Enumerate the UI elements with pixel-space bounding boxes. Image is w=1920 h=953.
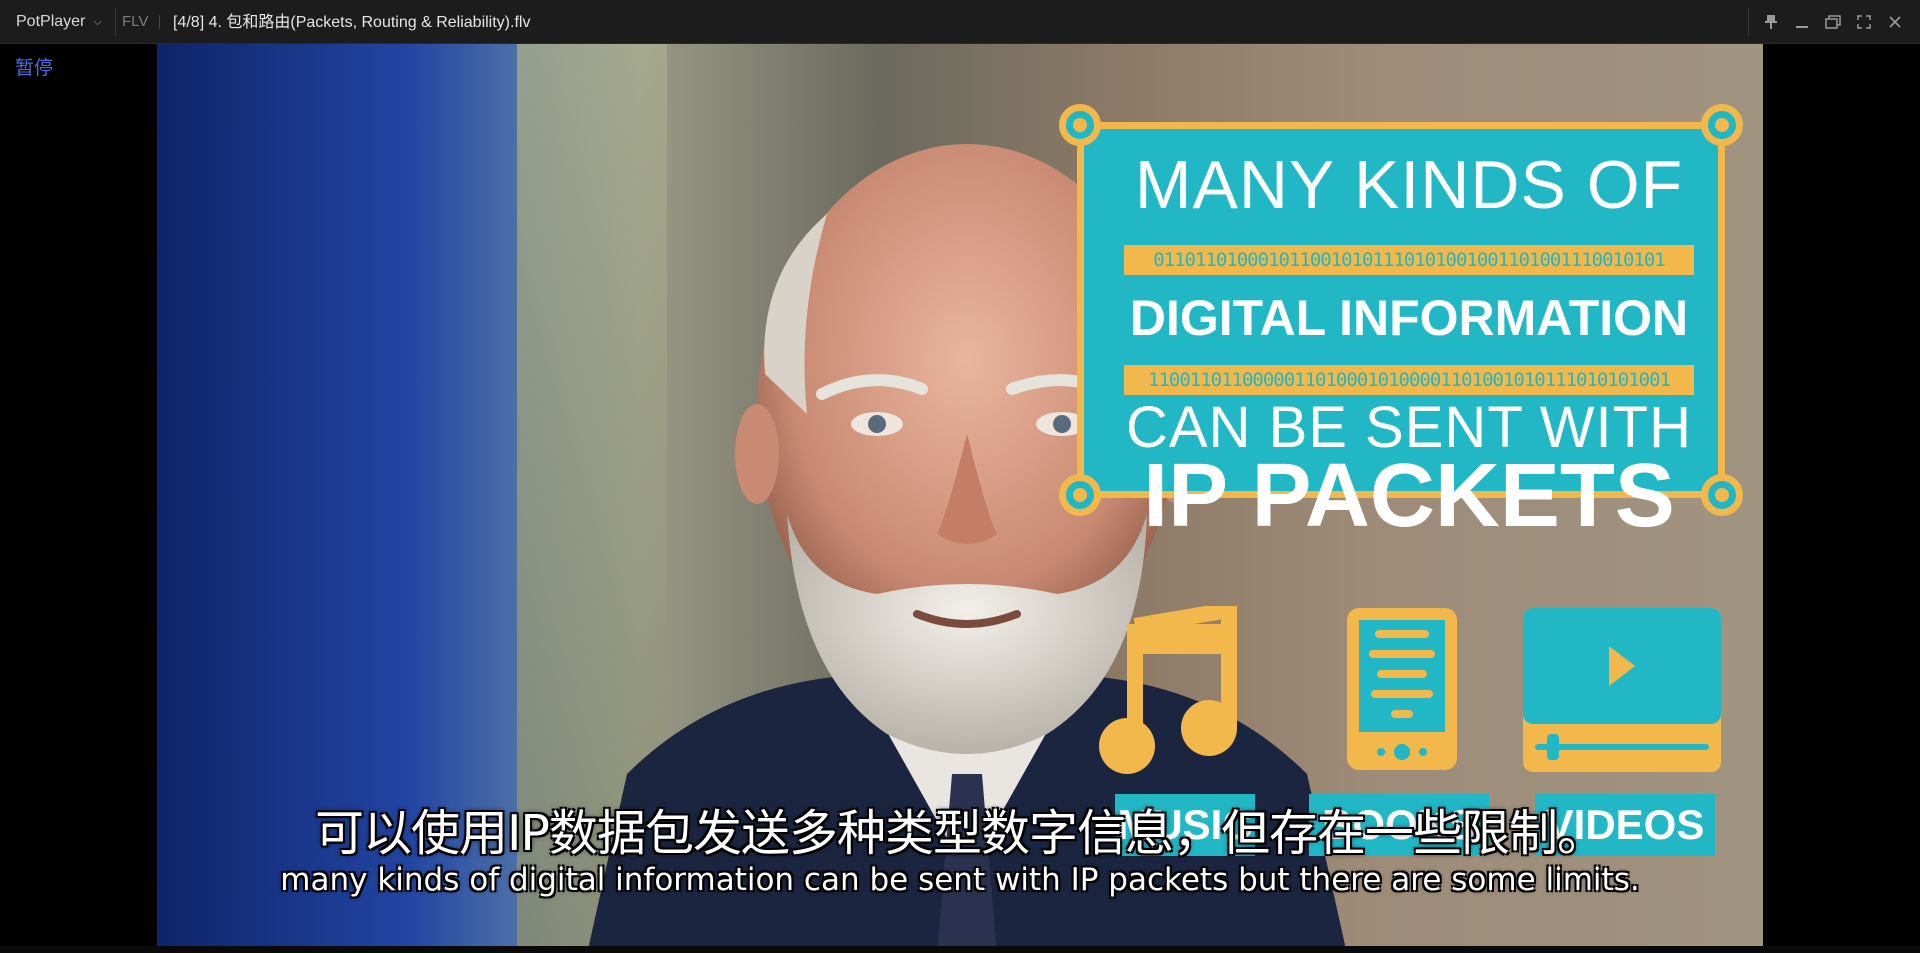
- playback-status: 暂停: [15, 57, 54, 79]
- card-line-1: MANY KINDS OF: [1134, 147, 1684, 223]
- restore-icon[interactable]: [1817, 0, 1848, 44]
- window-controls: [1755, 0, 1910, 44]
- divider: [1748, 8, 1749, 36]
- pin-icon[interactable]: [1755, 0, 1786, 44]
- card-corner: [1059, 474, 1101, 516]
- card-line-2: DIGITAL INFORMATION: [1129, 290, 1689, 346]
- binary-strip-1: 0110110100010110010101110101001001101001…: [1124, 245, 1694, 275]
- format-label: FLV: [122, 13, 149, 30]
- file-title: [4/8] 4. 包和路由(Packets, Routing & Reliabi…: [173, 14, 531, 31]
- music-note-icon: [1099, 606, 1237, 774]
- card-line-4: IP PACKETS: [1143, 446, 1675, 546]
- app-menu-button[interactable]: PotPlayer ⌵: [0, 0, 115, 44]
- subtitle-chinese: 可以使用IP数据包发送多种类型数字信息，但存在一些限制。: [314, 805, 1606, 862]
- fullscreen-icon[interactable]: [1848, 0, 1879, 44]
- card-corner: [1701, 474, 1743, 516]
- chevron-down-icon: ⌵: [93, 15, 102, 28]
- card-corner: [1701, 104, 1743, 146]
- card-corner: [1059, 104, 1101, 146]
- bottom-strip: [0, 946, 1920, 953]
- title-bar: PotPlayer ⌵ FLV [4/8] 4. 包和路由(Packets, R…: [0, 0, 1920, 44]
- minimize-icon[interactable]: [1786, 0, 1817, 44]
- close-icon[interactable]: [1879, 0, 1910, 44]
- app-name: PotPlayer: [16, 13, 86, 30]
- binary-strip-2: 1100110110000011010001010000110100101011…: [1124, 365, 1694, 395]
- divider: [115, 8, 116, 36]
- divider: [159, 15, 160, 29]
- video-player-icon: [1523, 608, 1721, 772]
- subtitle-english: many kinds of digital information can be…: [280, 862, 1640, 898]
- info-card: MANY KINDS OF 01101101000101100101011101…: [1059, 104, 1743, 541]
- tablet-icon: [1347, 608, 1457, 770]
